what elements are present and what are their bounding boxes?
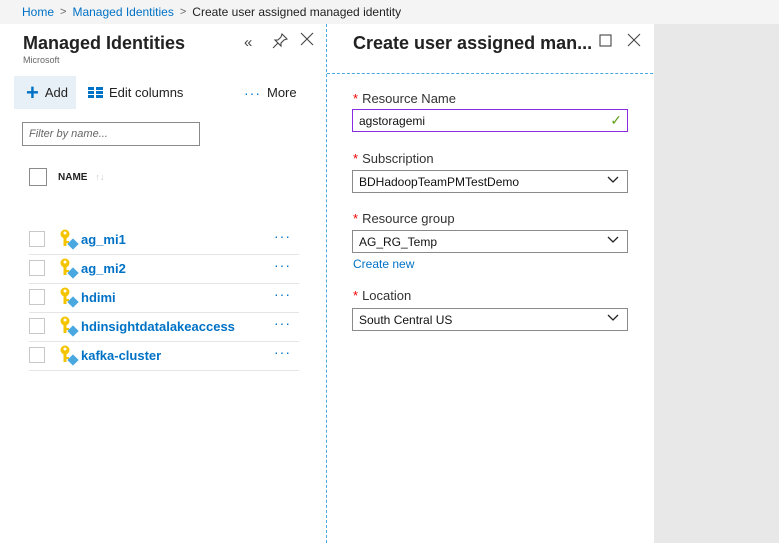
blade-title: Create user assigned man... bbox=[353, 33, 593, 53]
close-icon[interactable] bbox=[627, 33, 641, 51]
resource-name-label: * Resource Name bbox=[353, 91, 456, 106]
managed-identity-icon bbox=[57, 286, 79, 308]
location-select[interactable]: South Central US bbox=[352, 308, 628, 331]
identity-name[interactable]: ag_mi1 bbox=[81, 232, 126, 247]
resource-group-label: * Resource group bbox=[353, 211, 455, 226]
close-icon[interactable] bbox=[300, 32, 314, 50]
add-label: Add bbox=[44, 85, 68, 100]
identity-name[interactable]: ag_mi2 bbox=[81, 261, 126, 276]
breadcrumb-separator: > bbox=[179, 6, 187, 18]
create-identity-blade: Create user assigned man... * Resource Na… bbox=[326, 24, 654, 543]
blade-title: Managed Identities bbox=[23, 33, 186, 53]
blade-subtitle: Microsoft bbox=[23, 55, 60, 65]
resource-group-value: AG_RG_Temp bbox=[359, 234, 438, 249]
list-item[interactable]: ag_mi1 ··· bbox=[29, 228, 299, 255]
subscription-label: * Subscription bbox=[353, 151, 434, 166]
chevron-down-icon bbox=[607, 173, 619, 188]
breadcrumb-separator: > bbox=[60, 6, 67, 18]
subscription-value: BDHadoopTeamPMTestDemo bbox=[359, 174, 520, 189]
column-header-name[interactable]: NAME bbox=[58, 172, 87, 183]
list-item[interactable]: ag_mi2 ··· bbox=[29, 257, 299, 284]
add-button[interactable]: + Add bbox=[14, 76, 76, 109]
required-marker: * bbox=[353, 151, 359, 166]
row-checkbox[interactable] bbox=[29, 347, 45, 363]
resource-group-label-text: Resource group bbox=[362, 211, 455, 226]
sort-icon[interactable]: ↑↓ bbox=[95, 172, 104, 182]
identity-name[interactable]: hdinsightdatalakeaccess bbox=[81, 319, 235, 334]
row-more-icon[interactable]: ··· bbox=[274, 315, 291, 331]
more-label: More bbox=[267, 85, 297, 100]
managed-identity-icon bbox=[57, 315, 79, 337]
location-label: * Location bbox=[353, 288, 411, 303]
maximize-icon[interactable] bbox=[599, 34, 612, 51]
resource-name-label-text: Resource Name bbox=[362, 91, 456, 106]
row-checkbox[interactable] bbox=[29, 260, 45, 276]
breadcrumb-home[interactable]: Home bbox=[22, 5, 54, 19]
managed-identity-icon bbox=[57, 344, 79, 366]
column-header: NAME ↑↓ bbox=[29, 166, 299, 188]
location-value: South Central US bbox=[359, 312, 453, 327]
breadcrumb: Home > Managed Identities > Create user … bbox=[0, 0, 779, 24]
resource-name-input[interactable]: agstoragemi ✓ bbox=[352, 109, 628, 132]
identity-name[interactable]: hdimi bbox=[81, 290, 116, 305]
select-all-checkbox[interactable] bbox=[29, 168, 47, 186]
pin-icon[interactable] bbox=[272, 32, 289, 53]
resource-name-value: agstoragemi bbox=[359, 113, 426, 128]
chevron-down-icon bbox=[607, 233, 619, 248]
plus-icon: + bbox=[26, 79, 39, 105]
managed-identity-icon bbox=[57, 228, 79, 250]
ellipsis-icon: ··· bbox=[244, 84, 261, 101]
row-checkbox[interactable] bbox=[29, 231, 45, 247]
row-checkbox[interactable] bbox=[29, 289, 45, 305]
list-item[interactable]: hdimi ··· bbox=[29, 286, 299, 313]
create-new-link[interactable]: Create new bbox=[353, 257, 414, 271]
row-checkbox[interactable] bbox=[29, 318, 45, 334]
edit-columns-button[interactable]: Edit columns bbox=[88, 76, 183, 109]
breadcrumb-current: Create user assigned managed identity bbox=[192, 5, 402, 19]
required-marker: * bbox=[353, 91, 359, 106]
collapse-icon[interactable]: « bbox=[244, 34, 252, 51]
row-more-icon[interactable]: ··· bbox=[274, 257, 291, 273]
breadcrumb-managed-identities[interactable]: Managed Identities bbox=[72, 5, 173, 19]
row-more-icon[interactable]: ··· bbox=[274, 286, 291, 302]
resource-group-select[interactable]: AG_RG_Temp bbox=[352, 230, 628, 253]
required-marker: * bbox=[353, 211, 359, 226]
managed-identity-icon bbox=[57, 257, 79, 279]
list-item[interactable]: hdinsightdatalakeaccess ··· bbox=[29, 315, 299, 342]
row-more-icon[interactable]: ··· bbox=[274, 228, 291, 244]
subscription-select[interactable]: BDHadoopTeamPMTestDemo bbox=[352, 170, 628, 193]
filter-input[interactable] bbox=[22, 122, 200, 146]
more-button[interactable]: ··· More bbox=[244, 76, 297, 109]
subscription-label-text: Subscription bbox=[362, 151, 434, 166]
managed-identities-blade: Managed Identities Microsoft « + Add Edi… bbox=[0, 24, 326, 543]
required-marker: * bbox=[353, 288, 359, 303]
location-label-text: Location bbox=[362, 288, 412, 303]
chevron-down-icon bbox=[607, 311, 619, 326]
toolbar: + Add Edit columns ··· More bbox=[14, 76, 326, 110]
portal-background bbox=[654, 24, 779, 543]
valid-check-icon: ✓ bbox=[610, 112, 622, 128]
list-item[interactable]: kafka-cluster ··· bbox=[29, 344, 299, 371]
columns-icon bbox=[88, 87, 103, 98]
blade-header: Create user assigned man... bbox=[327, 24, 653, 74]
edit-columns-label: Edit columns bbox=[109, 85, 184, 100]
row-more-icon[interactable]: ··· bbox=[274, 344, 291, 360]
identity-name[interactable]: kafka-cluster bbox=[81, 348, 161, 363]
